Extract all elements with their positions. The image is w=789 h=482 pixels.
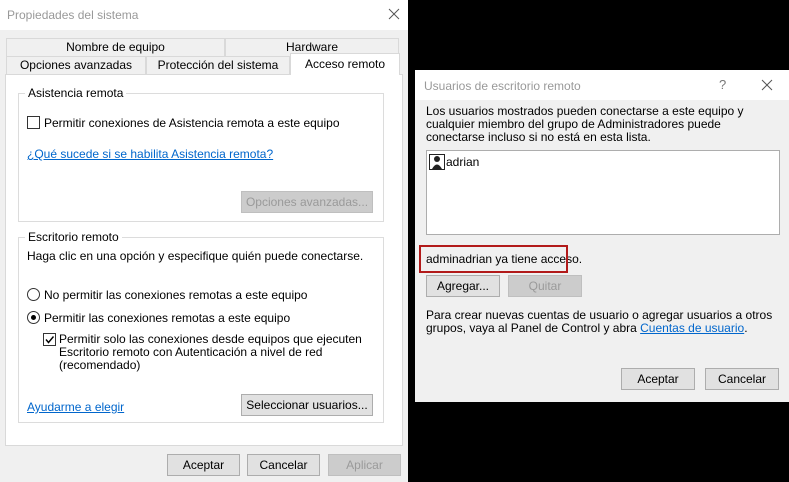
nla-label-line2: Escritorio remoto con Autenticación a ni… (59, 345, 323, 359)
tab-opciones-avanzadas[interactable]: Opciones avanzadas (6, 56, 146, 74)
remote-assistance-help-link[interactable]: ¿Qué sucede si se habilita Asistencia re… (27, 147, 273, 161)
button-label: Aplicar (346, 458, 383, 472)
user-icon (429, 154, 445, 173)
checkmark-icon (45, 336, 55, 344)
description-text: Los usuarios mostrados pueden conectarse… (426, 104, 744, 144)
button-label: Seleccionar usuarios... (246, 398, 368, 412)
remote-desktop-instruction: Haga clic en una opción y especifique qu… (27, 249, 364, 263)
select-users-button[interactable]: Seleccionar usuarios... (241, 394, 373, 416)
button-label: Quitar (528, 279, 562, 293)
user-name: adrian (446, 155, 480, 169)
remote-assistance-checkbox[interactable] (27, 116, 40, 129)
nla-label-line3: (recomendado) (59, 358, 141, 372)
apply-button[interactable]: Aplicar (328, 454, 401, 476)
advanced-options-button[interactable]: Opciones avanzadas... (241, 191, 373, 213)
tab-proteccion-sistema[interactable]: Protección del sistema (146, 56, 290, 74)
cancel-button[interactable]: Cancelar (247, 454, 320, 476)
remote-desktop-users-dialog: Usuarios de escritorio remoto ? Los usua… (415, 70, 789, 402)
nla-checkbox[interactable] (43, 333, 56, 346)
radio-selected-dot (31, 315, 36, 320)
button-label: Aceptar (182, 458, 225, 472)
nla-label-line1: Permitir solo las conexiones desde equip… (59, 332, 362, 346)
titlebar: Propiedades del sistema (0, 0, 408, 30)
button-label: Agregar... (436, 279, 490, 293)
footer-text-end: . (744, 321, 748, 335)
user-accounts-link[interactable]: Cuentas de usuario (640, 321, 744, 335)
close-button[interactable] (383, 4, 405, 24)
dialog-title: Usuarios de escritorio remoto (424, 79, 581, 93)
ok-button[interactable]: Aceptar (621, 368, 695, 390)
button-label: Aceptar (637, 372, 679, 386)
tab-label: Protección del sistema (157, 58, 279, 72)
footer-text: Para crear nuevas cuentas de usuario o a… (426, 309, 781, 335)
cancel-button[interactable]: Cancelar (705, 368, 779, 390)
tab-label: Opciones avanzadas (19, 58, 133, 72)
remove-button[interactable]: Quitar (508, 275, 582, 297)
group-title: Asistencia remota (25, 86, 127, 100)
close-icon (761, 79, 773, 91)
button-label: Opciones avanzadas... (245, 195, 369, 209)
button-label: Cancelar (717, 372, 767, 386)
titlebar: Usuarios de escritorio remoto ? (415, 70, 789, 100)
radio-permitir-label: Permitir las conexiones remotas a este e… (44, 311, 291, 325)
highlight-annotation (419, 245, 568, 273)
dialog-title: Propiedades del sistema (7, 8, 139, 22)
tab-label: Nombre de equipo (66, 40, 165, 54)
close-icon (388, 8, 400, 20)
group-title: Escritorio remoto (25, 230, 122, 244)
tab-acceso-remoto[interactable]: Acceso remoto (290, 53, 400, 75)
users-listbox[interactable]: adrian (426, 150, 780, 235)
remote-assistance-label: Permitir conexiones de Asistencia remota… (44, 116, 340, 130)
tab-nombre-equipo[interactable]: Nombre de equipo (6, 38, 225, 56)
add-button[interactable]: Agregar... (426, 275, 500, 297)
ok-button[interactable]: Aceptar (167, 454, 240, 476)
help-icon[interactable]: ? (719, 77, 726, 92)
radio-no-permitir[interactable] (27, 288, 40, 301)
button-label: Cancelar (259, 458, 308, 472)
radio-permitir[interactable] (27, 311, 40, 324)
tab-label: Hardware (285, 40, 339, 54)
radio-no-permitir-label: No permitir las conexiones remotas a est… (44, 288, 308, 302)
tab-label: Acceso remoto (304, 57, 386, 71)
help-me-choose-link[interactable]: Ayudarme a elegir (27, 400, 124, 414)
close-button[interactable] (756, 75, 778, 95)
system-properties-dialog: Propiedades del sistema Nombre de equipo… (0, 0, 408, 482)
